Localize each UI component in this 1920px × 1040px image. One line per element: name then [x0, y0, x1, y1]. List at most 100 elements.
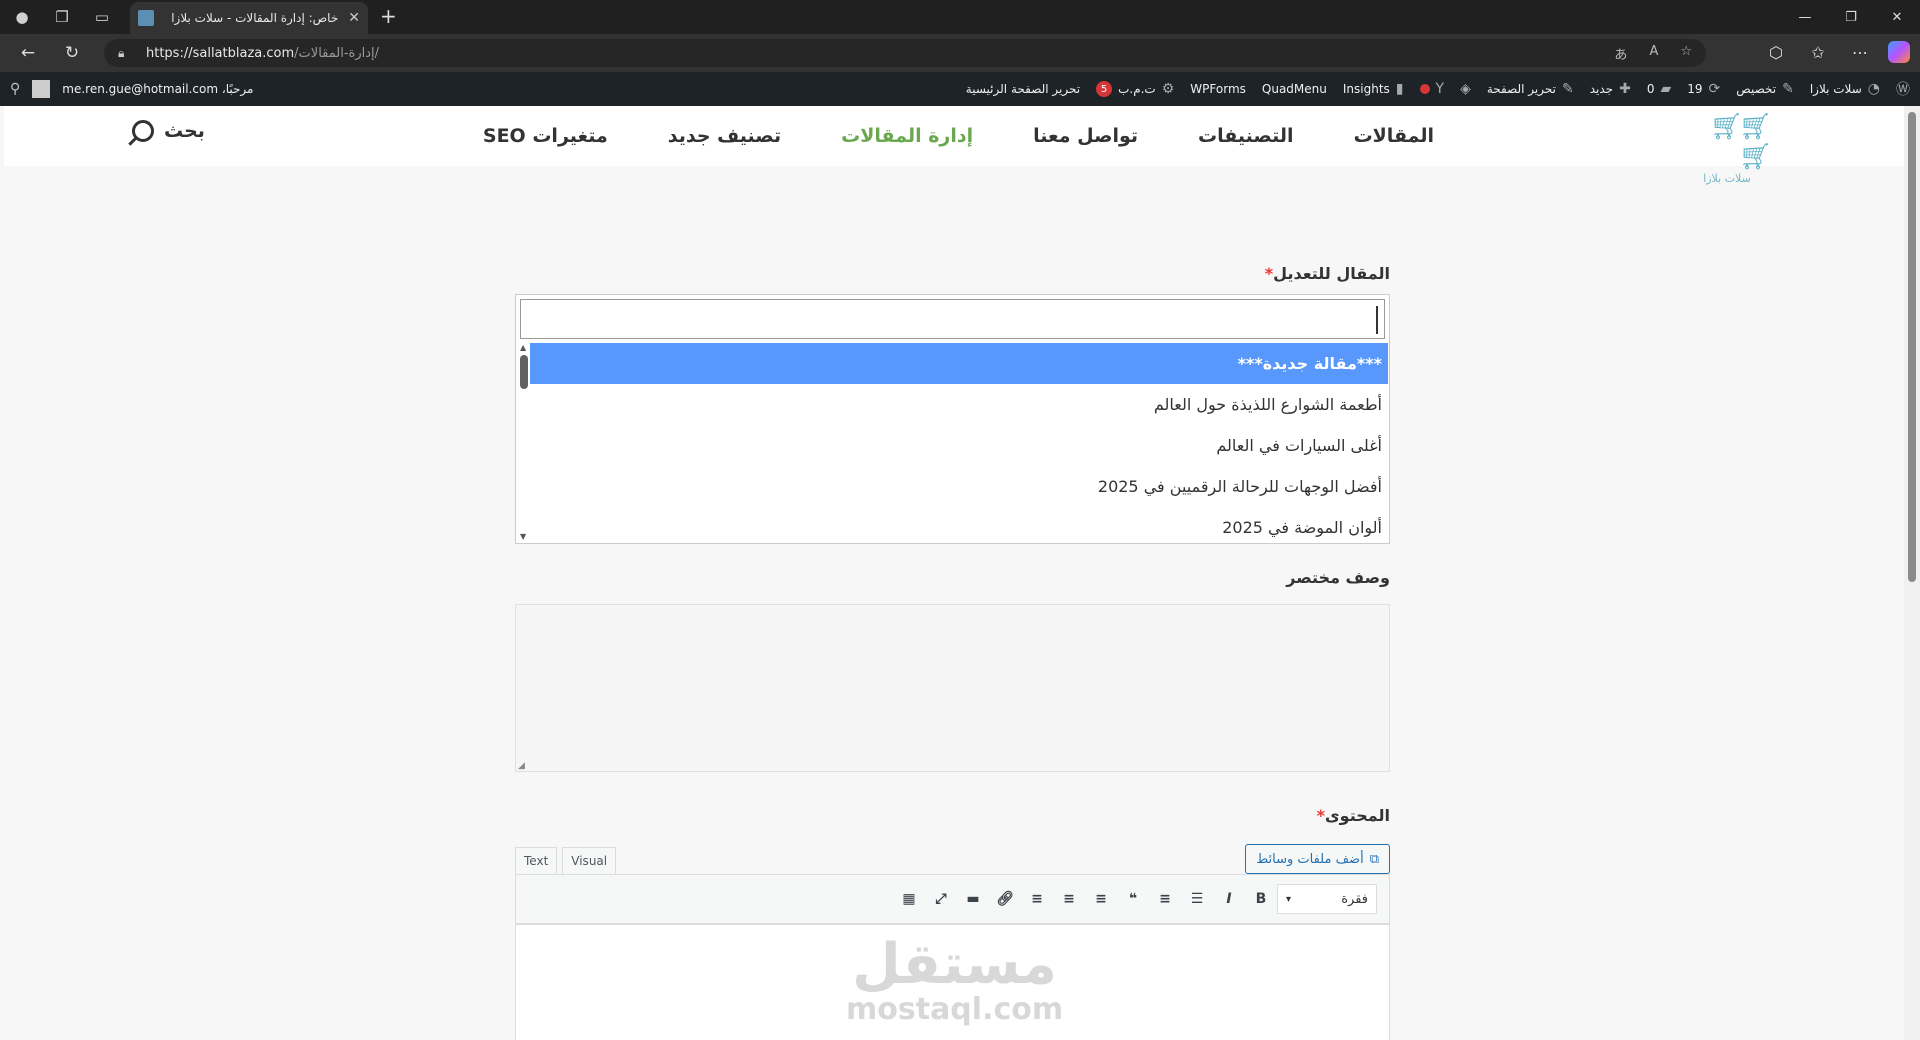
- list-item[interactable]: أفضل الوجهات للرحالة الرقميين في 2025: [530, 466, 1388, 507]
- site-search[interactable]: بحث: [132, 120, 205, 142]
- list-item[interactable]: ***مقالة جديدة***: [530, 343, 1388, 384]
- more-menu-icon[interactable]: ⋯: [1846, 37, 1874, 67]
- align-left-icon[interactable]: ≡: [1085, 884, 1117, 914]
- content-editor[interactable]: مستقل mostaql.com: [515, 924, 1390, 1040]
- article-select-label: المقال للتعديل*: [1261, 264, 1390, 283]
- main-menu: المقالات التصنيفات تواصل معنا إدارة المق…: [423, 106, 1434, 166]
- admin-customize[interactable]: ✎ تخصيص: [1736, 81, 1794, 97]
- fullscreen-icon[interactable]: ⤢: [925, 884, 957, 914]
- search-icon[interactable]: ⚲: [10, 81, 20, 97]
- list-item[interactable]: أغلى السيارات في العالم: [530, 425, 1388, 466]
- tab-visual[interactable]: Visual: [562, 847, 617, 875]
- search-label: بحث: [164, 120, 205, 142]
- workspaces-icon[interactable]: ❐: [45, 0, 79, 34]
- list-scrollbar[interactable]: ▲ ▼: [518, 343, 530, 541]
- numbered-list-icon[interactable]: ≡: [1149, 884, 1181, 914]
- comments-count: 0: [1646, 82, 1655, 96]
- resize-handle-icon[interactable]: ◢: [518, 761, 525, 771]
- admin-new[interactable]: ✚ جديد: [1590, 81, 1631, 97]
- admin-edit-page[interactable]: ✎ تحرير الصفحة: [1487, 81, 1574, 97]
- article-search-input[interactable]: [520, 299, 1385, 339]
- article-select[interactable]: ***مقالة جديدة*** أطعمة الشوارع اللذيذة …: [515, 294, 1390, 544]
- bullet-list-icon[interactable]: ☰: [1181, 884, 1213, 914]
- wordpress-logo[interactable]: Ⓦ: [1896, 79, 1910, 99]
- extensions-icon[interactable]: ⬡: [1762, 37, 1790, 67]
- tab-text[interactable]: Text: [515, 847, 558, 875]
- cart-logo-icon: 🛒︎🛒︎🛒︎: [1709, 112, 1772, 172]
- link-icon[interactable]: 🔗︎: [989, 884, 1021, 914]
- admin-updates[interactable]: ⟳ 19: [1687, 81, 1720, 97]
- menu-item-articles[interactable]: المقالات: [1354, 106, 1434, 166]
- diamond-icon: ◈: [1460, 81, 1471, 97]
- close-window-icon[interactable]: ✕: [1874, 0, 1920, 34]
- menu-item-contact[interactable]: تواصل معنا: [1033, 106, 1138, 166]
- menu-item-seo-variables[interactable]: متغيرات SEO: [483, 106, 608, 166]
- reload-icon[interactable]: ↻: [54, 37, 90, 69]
- summary-textarea[interactable]: ◢: [515, 604, 1390, 772]
- watermark-latin: mostaql.com: [846, 992, 1064, 1027]
- translate-icon[interactable]: あ: [1614, 44, 1627, 63]
- admin-wpforms[interactable]: WPForms: [1190, 82, 1246, 96]
- page-scroll-thumb[interactable]: [1908, 112, 1916, 582]
- restore-icon[interactable]: ❐: [1828, 0, 1874, 34]
- browser-toolbar: ← ↻ 🔒︎ https://sallatblaza.com/إدارة-الم…: [0, 34, 1920, 72]
- back-icon[interactable]: ←: [10, 37, 46, 69]
- admin-site-name[interactable]: ◔ سلات بلازا: [1810, 81, 1880, 97]
- watermark: مستقل mostaql.com: [846, 935, 1063, 1025]
- wordpress-icon: Ⓦ: [1896, 82, 1910, 98]
- page-scrollbar[interactable]: [1904, 106, 1920, 1040]
- minimize-icon[interactable]: —: [1782, 0, 1828, 34]
- site-logo[interactable]: 🛒︎🛒︎🛒︎ سلات بلازا: [1686, 112, 1772, 185]
- admin-insights[interactable]: ▮ Insights: [1343, 81, 1404, 97]
- dashboard-icon: ◔: [1867, 81, 1880, 97]
- address-bar[interactable]: 🔒︎ https://sallatblaza.com/إدارة-المقالا…: [104, 39, 1706, 67]
- window-controls: — ❐ ✕: [1782, 0, 1920, 34]
- editor-tabs: Text Visual: [515, 847, 621, 875]
- format-select[interactable]: فقرة ▾: [1277, 884, 1377, 914]
- list-item[interactable]: ألوان الموضة في 2025: [530, 507, 1388, 541]
- active-tab[interactable]: خاص: إدارة المقالات - سلات بلازا ✕: [130, 2, 368, 34]
- lock-icon[interactable]: 🔒︎: [118, 46, 132, 61]
- admin-edit-home[interactable]: تحرير الصفحة الرئيسية: [966, 82, 1080, 96]
- gear-icon: ⚙: [1161, 81, 1175, 97]
- plus-icon: ✚: [1619, 81, 1631, 97]
- close-tab-icon[interactable]: ✕: [348, 10, 360, 26]
- blockquote-icon[interactable]: ❝: [1117, 884, 1149, 914]
- admin-yoast[interactable]: Y: [1419, 81, 1445, 97]
- tab-actions-icon[interactable]: ▭: [85, 0, 119, 34]
- menu-item-manage-articles[interactable]: إدارة المقالات: [841, 106, 973, 166]
- scroll-down-icon[interactable]: ▼: [520, 532, 526, 541]
- avatar[interactable]: [32, 80, 51, 98]
- logo-text: سلات بلازا: [1703, 172, 1751, 185]
- edit-page-label: تحرير الصفحة: [1486, 82, 1556, 96]
- content-label-text: المحتوى: [1325, 806, 1390, 825]
- add-media-label: أضف ملفات وسائط: [1256, 851, 1364, 867]
- favorite-star-icon[interactable]: ☆: [1680, 44, 1692, 63]
- article-label-text: المقال للتعديل: [1273, 264, 1390, 283]
- admin-quadmenu[interactable]: QuadMenu: [1262, 82, 1327, 96]
- profile-icon[interactable]: ●: [5, 0, 39, 34]
- bold-icon[interactable]: B: [1245, 884, 1277, 914]
- read-more-icon[interactable]: ▬: [957, 884, 989, 914]
- list-item[interactable]: أطعمة الشوارع اللذيذة حول العالم: [530, 384, 1388, 425]
- admin-tmb[interactable]: ⚙ ت.م.ب 5: [1096, 81, 1174, 97]
- scroll-thumb[interactable]: [520, 355, 528, 389]
- italic-icon[interactable]: I: [1213, 884, 1245, 914]
- copilot-icon[interactable]: [1888, 41, 1910, 63]
- align-right-icon[interactable]: ≡: [1021, 884, 1053, 914]
- new-tab-icon[interactable]: +: [380, 6, 397, 26]
- magnifier-icon: [132, 120, 154, 142]
- toolbar-toggle-icon[interactable]: ▦: [893, 884, 925, 914]
- admin-comments[interactable]: ▰ 0: [1647, 81, 1671, 97]
- admin-diamond[interactable]: ◈: [1460, 81, 1471, 97]
- align-center-icon[interactable]: ≡: [1053, 884, 1085, 914]
- menu-item-categories[interactable]: التصنيفات: [1198, 106, 1294, 166]
- yoast-icon: Y: [1435, 81, 1445, 97]
- menu-item-new-category[interactable]: تصنيف جديد: [668, 106, 781, 166]
- watermark-arabic: مستقل: [852, 932, 1057, 997]
- greeting-label[interactable]: مرحبًا، me.ren.gue@hotmail.com: [62, 82, 253, 96]
- favorites-icon[interactable]: ✩: [1804, 37, 1832, 67]
- add-media-button[interactable]: ⧉ أضف ملفات وسائط: [1245, 844, 1390, 874]
- read-aloud-icon[interactable]: A: [1649, 44, 1658, 63]
- scroll-up-icon[interactable]: ▲: [520, 343, 526, 352]
